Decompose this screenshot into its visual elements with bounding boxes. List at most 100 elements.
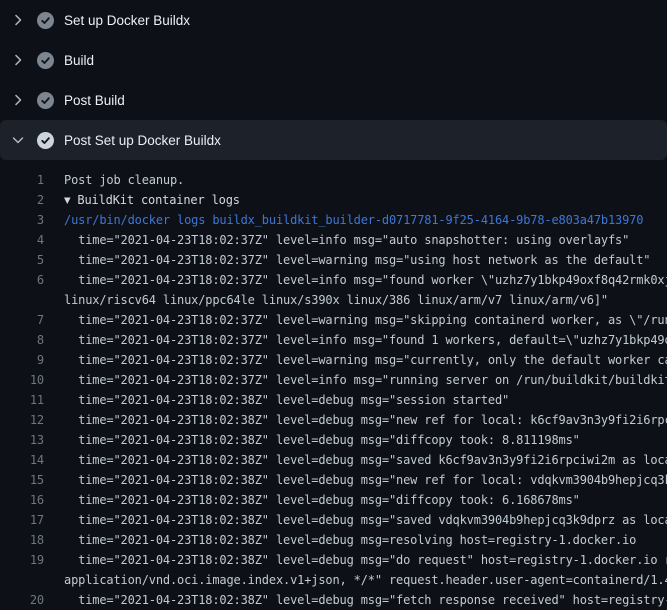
line-number[interactable]: 8: [0, 330, 44, 350]
line-number[interactable]: 13: [0, 430, 44, 450]
log-line-text: application/vnd.oci.image.index.v1+json,…: [64, 573, 667, 587]
line-number[interactable]: 17: [0, 510, 44, 530]
log-line-text: time="2021-04-23T18:02:38Z" level=debug …: [64, 533, 636, 547]
log-line: time="2021-04-23T18:02:37Z" level=info m…: [64, 270, 667, 290]
log-row: 17 time="2021-04-23T18:02:38Z" level=deb…: [0, 510, 667, 530]
log-line-text: time="2021-04-23T18:02:38Z" level=debug …: [64, 393, 509, 407]
log-line-text: time="2021-04-23T18:02:38Z" level=debug …: [64, 493, 580, 507]
line-number[interactable]: [0, 570, 44, 590]
log-row: 20 time="2021-04-23T18:02:38Z" level=deb…: [0, 590, 667, 610]
log-row: 11 time="2021-04-23T18:02:38Z" level=deb…: [0, 390, 667, 410]
log-line-text: /usr/bin/docker logs buildx_buildkit_bui…: [64, 213, 643, 227]
log-row: 9 time="2021-04-23T18:02:37Z" level=warn…: [0, 350, 667, 370]
line-number[interactable]: 5: [0, 250, 44, 270]
chevron-icon[interactable]: [10, 132, 26, 148]
log-row: 1 Post job cleanup.: [0, 170, 667, 190]
step-label: Build: [64, 53, 94, 68]
log-line: time="2021-04-23T18:02:38Z" level=debug …: [64, 590, 667, 610]
log-line-text: time="2021-04-23T18:02:37Z" level=warnin…: [64, 313, 667, 327]
line-number[interactable]: 12: [0, 410, 44, 430]
log-line: time="2021-04-23T18:02:38Z" level=debug …: [64, 430, 667, 450]
log-row: 13 time="2021-04-23T18:02:38Z" level=deb…: [0, 430, 667, 450]
step-row[interactable]: Set up Docker Buildx: [0, 0, 667, 40]
line-number[interactable]: 1: [0, 170, 44, 190]
log-line-text: time="2021-04-23T18:02:38Z" level=debug …: [64, 513, 667, 527]
line-number[interactable]: 20: [0, 590, 44, 610]
log-line-text: time="2021-04-23T18:02:38Z" level=debug …: [64, 433, 580, 447]
log-row: linux/riscv64 linux/ppc64le linux/s390x …: [0, 290, 667, 310]
line-number[interactable]: 7: [0, 310, 44, 330]
step-row[interactable]: Post Set up Docker Buildx: [0, 120, 667, 160]
chevron-icon[interactable]: [10, 12, 26, 28]
check-circle-icon: [37, 52, 54, 69]
step-label: Set up Docker Buildx: [64, 13, 190, 28]
log-line: time="2021-04-23T18:02:37Z" level=warnin…: [64, 250, 667, 270]
line-number[interactable]: 15: [0, 470, 44, 490]
log-line: time="2021-04-23T18:02:37Z" level=info m…: [64, 330, 667, 350]
log-row: 18 time="2021-04-23T18:02:38Z" level=deb…: [0, 530, 667, 550]
log-line-text: time="2021-04-23T18:02:38Z" level=debug …: [64, 473, 667, 487]
log-line: application/vnd.oci.image.index.v1+json,…: [64, 570, 667, 590]
log-line-text: time="2021-04-23T18:02:37Z" level=info m…: [64, 373, 667, 387]
check-circle-icon: [37, 132, 54, 149]
log-line-text: time="2021-04-23T18:02:37Z" level=info m…: [64, 333, 667, 347]
log-row: application/vnd.oci.image.index.v1+json,…: [0, 570, 667, 590]
line-number[interactable]: 9: [0, 350, 44, 370]
log-row: 7 time="2021-04-23T18:02:37Z" level=warn…: [0, 310, 667, 330]
chevron-icon[interactable]: [10, 92, 26, 108]
log-line-text: time="2021-04-23T18:02:37Z" level=info m…: [64, 233, 629, 247]
log-row: 14 time="2021-04-23T18:02:38Z" level=deb…: [0, 450, 667, 470]
log-line: time="2021-04-23T18:02:38Z" level=debug …: [64, 390, 667, 410]
step-row[interactable]: Post Build: [0, 80, 667, 120]
log-line-text: time="2021-04-23T18:02:37Z" level=warnin…: [64, 353, 667, 367]
log-row: 8 time="2021-04-23T18:02:37Z" level=info…: [0, 330, 667, 350]
check-circle-icon: [37, 12, 54, 29]
log-line: time="2021-04-23T18:02:38Z" level=debug …: [64, 550, 667, 570]
line-number[interactable]: 19: [0, 550, 44, 570]
log-row: 16 time="2021-04-23T18:02:38Z" level=deb…: [0, 490, 667, 510]
line-number[interactable]: 16: [0, 490, 44, 510]
log-row: 4 time="2021-04-23T18:02:37Z" level=info…: [0, 230, 667, 250]
group-toggle-icon[interactable]: ▼: [64, 191, 70, 210]
line-number[interactable]: 6: [0, 270, 44, 290]
line-number[interactable]: 18: [0, 530, 44, 550]
chevron-icon[interactable]: [10, 52, 26, 68]
line-number[interactable]: 3: [0, 210, 44, 230]
log-row: 2 ▼ BuildKit container logs: [0, 190, 667, 210]
log-row: 12 time="2021-04-23T18:02:38Z" level=deb…: [0, 410, 667, 430]
log-line: time="2021-04-23T18:02:38Z" level=debug …: [64, 510, 667, 530]
log-row: 6 time="2021-04-23T18:02:37Z" level=info…: [0, 270, 667, 290]
line-number[interactable]: 2: [0, 190, 44, 210]
log-row: 19 time="2021-04-23T18:02:38Z" level=deb…: [0, 550, 667, 570]
line-number[interactable]: 10: [0, 370, 44, 390]
line-number[interactable]: 14: [0, 450, 44, 470]
log-section: 1 Post job cleanup. 2 ▼ BuildKit containe…: [0, 160, 667, 610]
log-line: ▼ BuildKit container logs: [64, 190, 667, 210]
log-line: time="2021-04-23T18:02:38Z" level=debug …: [64, 450, 667, 470]
log-line: time="2021-04-23T18:02:37Z" level=warnin…: [64, 350, 667, 370]
log-line: time="2021-04-23T18:02:38Z" level=debug …: [64, 530, 667, 550]
log-line-text: time="2021-04-23T18:02:38Z" level=debug …: [64, 593, 667, 607]
log-line: time="2021-04-23T18:02:37Z" level=warnin…: [64, 310, 667, 330]
log-line: time="2021-04-23T18:02:37Z" level=info m…: [64, 230, 667, 250]
log-line: time="2021-04-23T18:02:38Z" level=debug …: [64, 470, 667, 490]
log-line-text: BuildKit container logs: [77, 193, 240, 207]
log-line-text: time="2021-04-23T18:02:37Z" level=warnin…: [64, 253, 650, 267]
steps-list: Set up Docker Buildx Build Post Buil: [0, 0, 667, 160]
log-line-text: time="2021-04-23T18:02:38Z" level=debug …: [64, 413, 667, 427]
log-line-text: time="2021-04-23T18:02:38Z" level=debug …: [64, 553, 667, 567]
log-line: time="2021-04-23T18:02:37Z" level=info m…: [64, 370, 667, 390]
line-number[interactable]: [0, 290, 44, 310]
log-line-text: time="2021-04-23T18:02:38Z" level=debug …: [64, 453, 667, 467]
step-row[interactable]: Build: [0, 40, 667, 80]
check-circle-icon: [37, 92, 54, 109]
step-label: Post Build: [64, 93, 125, 108]
line-number[interactable]: 11: [0, 390, 44, 410]
log-row: 5 time="2021-04-23T18:02:37Z" level=warn…: [0, 250, 667, 270]
log-line: time="2021-04-23T18:02:38Z" level=debug …: [64, 490, 667, 510]
log-row: 15 time="2021-04-23T18:02:38Z" level=deb…: [0, 470, 667, 490]
line-number[interactable]: 4: [0, 230, 44, 250]
workflow-log-viewer: Set up Docker Buildx Build Post Buil: [0, 0, 667, 610]
log-line: linux/riscv64 linux/ppc64le linux/s390x …: [64, 290, 667, 310]
log-line: time="2021-04-23T18:02:38Z" level=debug …: [64, 410, 667, 430]
